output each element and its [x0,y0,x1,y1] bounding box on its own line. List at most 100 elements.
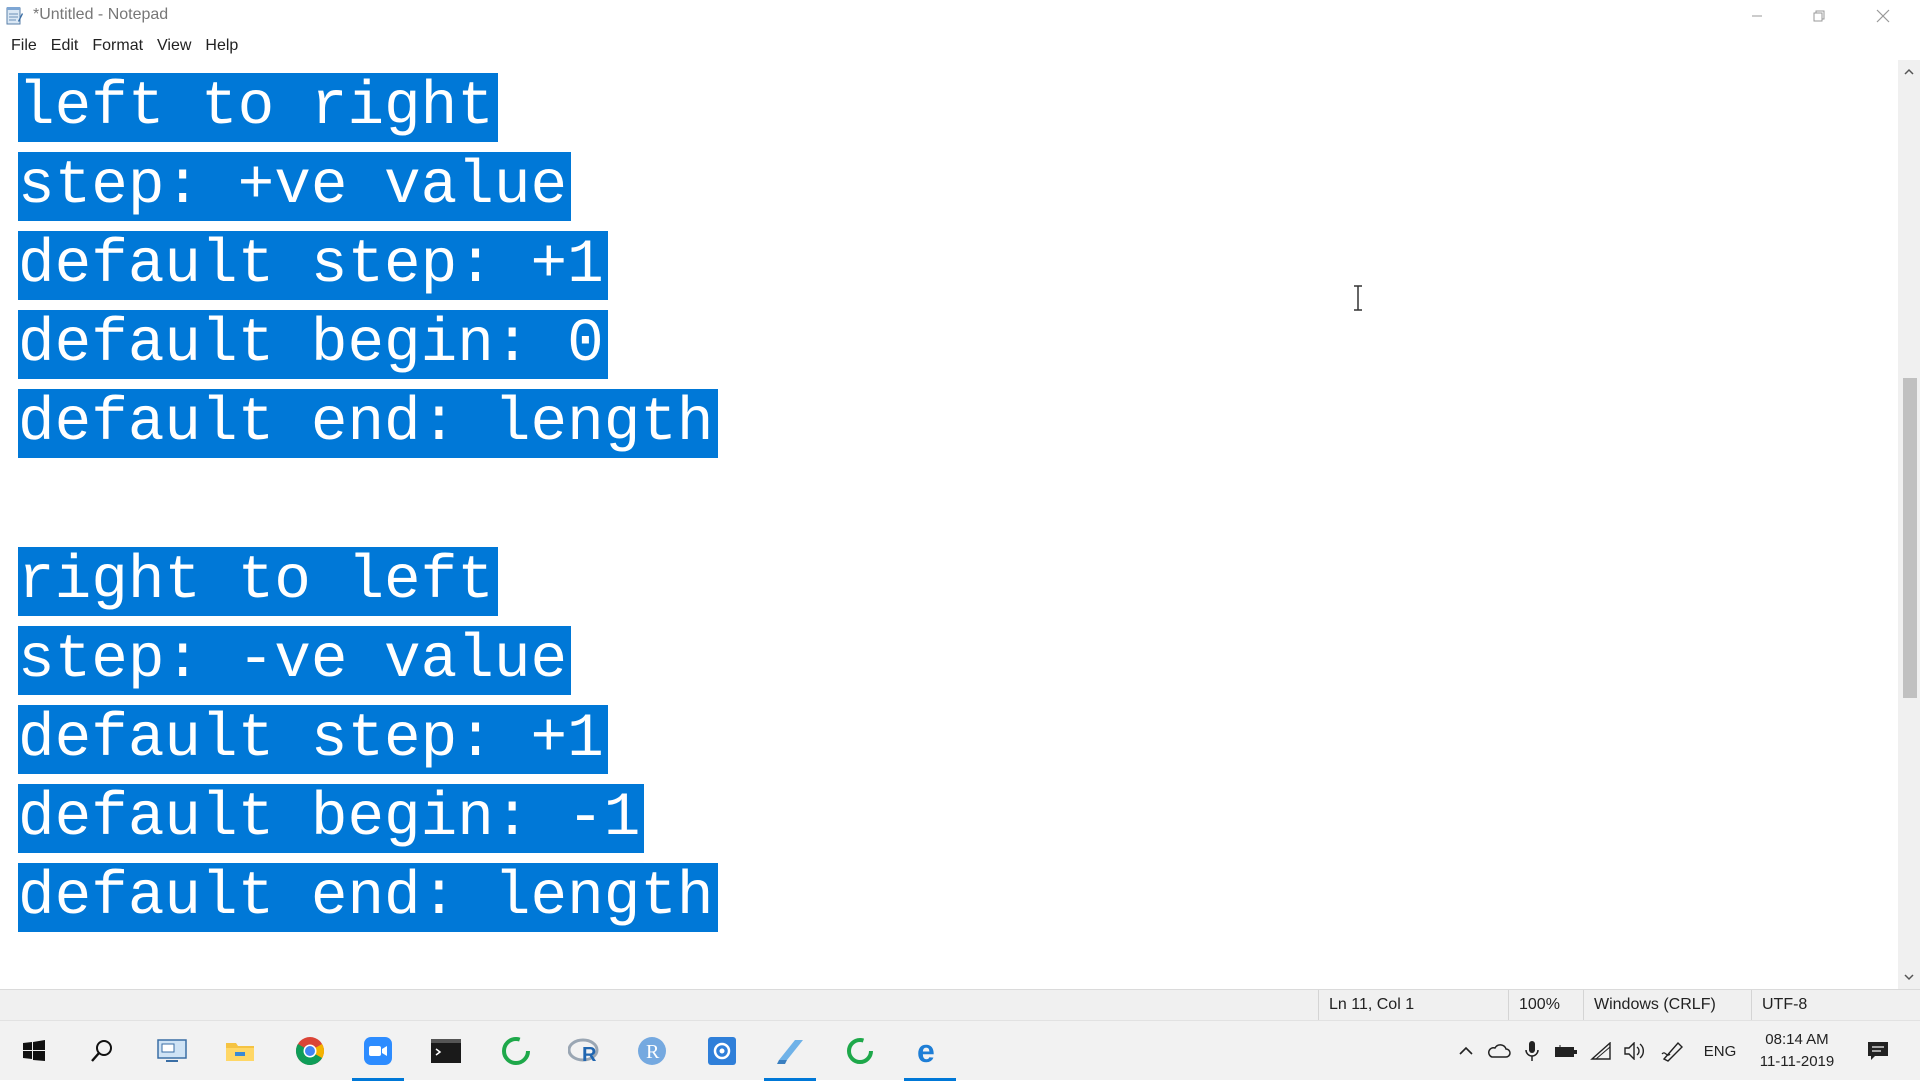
editor-line: left to right [18,68,718,147]
editor-line: default end: length [18,384,718,463]
show-hidden-icons-button[interactable] [1452,1021,1480,1081]
selected-text: step: -ve value [18,626,572,695]
notification-icon [1868,1042,1888,1060]
selected-text: default begin: 0 [18,310,608,379]
green-circle-app-icon [847,1038,873,1064]
scroll-up-button[interactable] [1898,62,1920,82]
search-button[interactable] [70,1021,134,1081]
menu-file[interactable]: File [4,34,44,58]
notepad-taskbar-button[interactable] [758,1021,822,1081]
settings-app-button[interactable] [690,1021,754,1081]
chrome-icon [295,1037,324,1066]
selected-text: default step: +1 [18,231,608,300]
selected-text: default step: +1 [18,705,608,774]
task-view-icon [157,1039,187,1062]
r-button[interactable]: R [620,1021,684,1081]
restore-button[interactable] [1788,0,1850,31]
menu-format[interactable]: Format [85,34,150,58]
zoom-level: 100% [1508,990,1583,1021]
editor-line: step: +ve value [18,147,718,226]
editor-line-blank [18,463,718,542]
close-button[interactable] [1852,0,1914,31]
microphone-icon [1525,1041,1539,1061]
language-indicator: ENG [1703,1042,1737,1060]
start-icon [23,1040,45,1061]
microphone-tray-button[interactable] [1518,1021,1546,1081]
task-view-button[interactable] [140,1021,204,1081]
vertical-scrollbar[interactable] [1898,60,1920,989]
network-tray-button[interactable] [1586,1021,1616,1081]
editor-text-area[interactable]: left to right step: +ve value default st… [0,60,1898,989]
refresh-app-button[interactable] [484,1021,548,1081]
editor-lines: left to right step: +ve value default st… [18,68,718,937]
minimize-icon [1752,15,1762,16]
svg-text:R: R [582,1044,597,1065]
terminal-icon [431,1039,461,1063]
rstudio-button[interactable]: R [552,1021,616,1081]
minimize-button[interactable] [1726,0,1788,31]
file-explorer-button[interactable] [208,1021,272,1081]
rstudio-icon: R [568,1038,599,1065]
notepad-app-icon [6,6,23,25]
restore-icon [1813,10,1825,21]
clock-time: 08:14 AM [1765,1031,1829,1048]
clock[interactable]: 08:14 AM 11-11-2019 [1752,1029,1842,1073]
menu-help[interactable]: Help [198,34,245,58]
clock-date: 11-11-2019 [1759,1053,1835,1070]
notepad-window: *Untitled - Notepad File Edit Format Vie… [0,0,1920,1021]
editor-line: right to left [18,542,718,621]
menu-view[interactable]: View [150,34,198,58]
cloud-icon [1488,1044,1511,1058]
line-ending: Windows (CRLF) [1583,990,1751,1021]
chrome-button[interactable] [278,1021,342,1081]
menu-bar: File Edit Format View Help [0,31,1920,60]
battery-icon [1555,1045,1577,1057]
file-explorer-icon [226,1043,254,1061]
selected-text: default end: length [18,389,718,458]
scroll-down-button[interactable] [1898,967,1920,987]
onedrive-tray-button[interactable] [1484,1021,1514,1081]
notepad-icon [777,1040,803,1064]
menu-edit[interactable]: Edit [44,34,86,58]
encoding: UTF-8 [1751,990,1920,1021]
title-bar[interactable]: *Untitled - Notepad [0,0,1920,31]
editor-line: default end: length [18,858,718,937]
status-bar: Ln 11, Col 1 100% Windows (CRLF) UTF-8 [0,989,1920,1021]
pen-icon [1661,1041,1683,1062]
svg-text:e: e [917,1035,935,1067]
editor-line: step: -ve value [18,621,718,700]
editor-line: default step: +1 [18,226,718,305]
selected-text: default begin: -1 [18,784,645,853]
action-center-button[interactable] [1858,1021,1898,1081]
chevron-up-icon [1904,68,1914,75]
selected-text: step: +ve value [18,152,572,221]
start-button[interactable] [2,1021,66,1081]
selected-text: left to right [18,73,498,142]
svg-text:R: R [646,1041,660,1063]
ibeam-cursor-icon [1354,285,1362,311]
cursor-position: Ln 11, Col 1 [1318,990,1508,1021]
settings-app-icon [708,1037,736,1065]
scroll-thumb[interactable] [1903,378,1917,698]
edge-button[interactable]: e [898,1021,962,1081]
zoom-button[interactable] [346,1021,410,1081]
chevron-up-icon [1459,1046,1473,1055]
editor-line: default begin: 0 [18,305,718,384]
chevron-down-icon [1904,974,1914,981]
selected-text: default end: length [18,863,718,932]
window-title: *Untitled - Notepad [33,6,169,23]
taskbar: R R e ENG 08:14 AM 11-11-2019 [0,1020,1920,1081]
input-language-button[interactable]: ENG [1696,1021,1744,1081]
terminal-button[interactable] [414,1021,478,1081]
close-icon [1876,9,1890,22]
refresh-app-icon [502,1037,530,1065]
green-circle-app-button[interactable] [828,1021,892,1081]
volume-tray-button[interactable] [1620,1021,1650,1081]
r-icon: R [638,1037,666,1065]
zoom-icon [364,1037,392,1065]
volume-icon [1624,1042,1644,1060]
selected-text: right to left [18,547,498,616]
pen-workspace-tray-button[interactable] [1656,1021,1690,1081]
battery-tray-button[interactable] [1550,1021,1582,1081]
editor-line: default step: +1 [18,700,718,779]
